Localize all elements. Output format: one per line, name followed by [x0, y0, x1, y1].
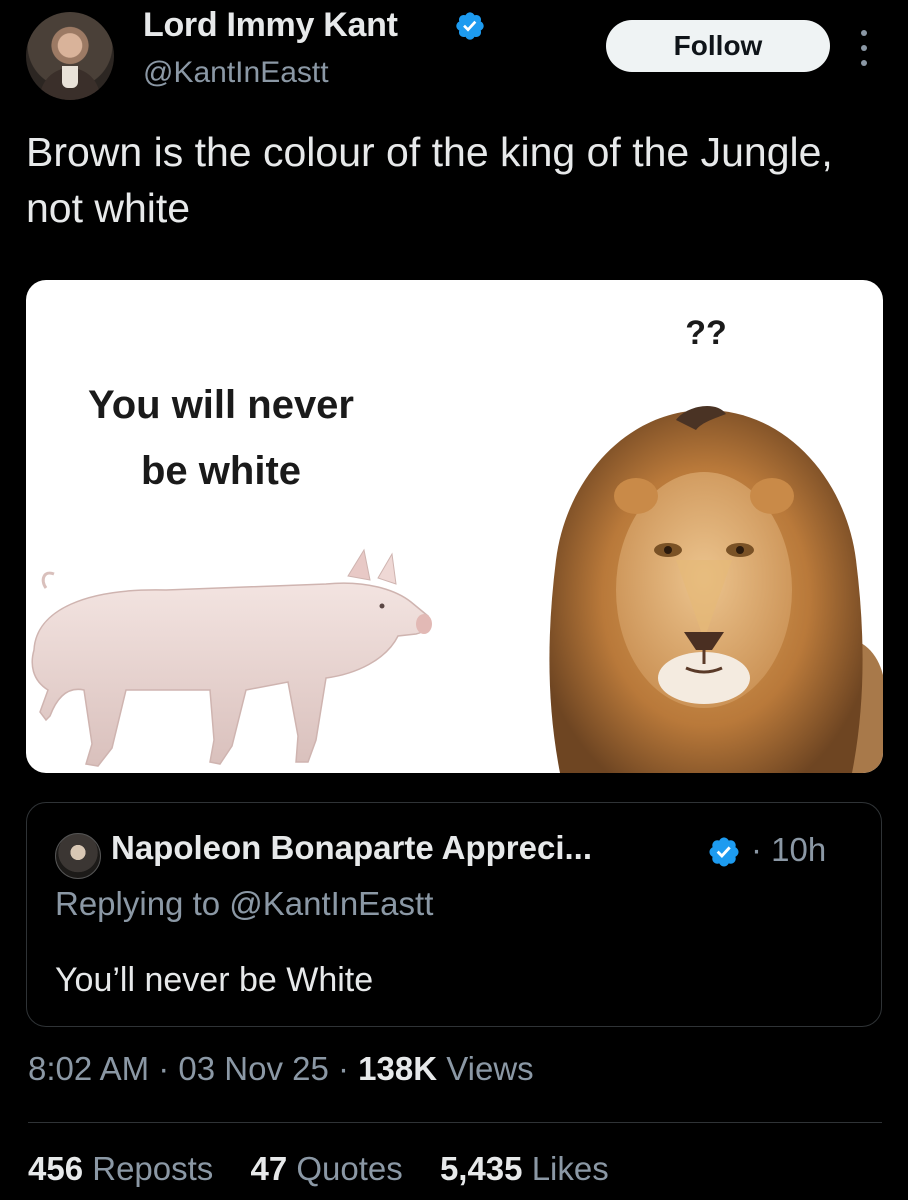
avatar-collar — [62, 66, 78, 88]
tweet-time[interactable]: 8:02 AM — [28, 1050, 149, 1087]
more-dot — [861, 45, 867, 51]
divider — [28, 1122, 882, 1123]
likes-label: Likes — [522, 1150, 609, 1187]
reposts-count: 456 — [28, 1150, 84, 1187]
meta-separator: · — [149, 1050, 179, 1087]
meta-separator: · — [328, 1050, 359, 1087]
author-name[interactable]: Lord Immy Kant — [143, 6, 398, 45]
verified-badge-icon — [709, 837, 739, 867]
more-options-icon[interactable] — [852, 30, 876, 66]
reposts-stat[interactable]: 456 Reposts — [28, 1150, 213, 1187]
more-dot — [861, 60, 867, 66]
likes-count: 5,435 — [439, 1150, 523, 1187]
media-caption-left-line2: be white — [140, 449, 302, 493]
quoted-reply-card[interactable]: Napoleon Bonaparte Appreci... · 10h Repl… — [26, 802, 882, 1027]
engagement-stats: 456 Reposts 47 Quotes 5,435 Likes — [28, 1150, 637, 1188]
quote-author-name[interactable]: Napoleon Bonaparte Appreci... — [111, 829, 592, 867]
views-label: Views — [437, 1050, 534, 1087]
lion-image — [549, 406, 883, 773]
quotes-count: 47 — [250, 1150, 288, 1187]
tweet-date[interactable]: 03 Nov 25 — [178, 1050, 328, 1087]
quote-text: You’ll never be White — [55, 961, 374, 999]
media-caption-right: ?? — [685, 314, 727, 352]
author-handle[interactable]: @KantInEastt — [143, 56, 329, 90]
views-count: 138K — [358, 1050, 438, 1087]
more-dot — [861, 30, 867, 36]
tweet-text: Brown is the colour of the king of the J… — [26, 129, 833, 231]
tweet-meta: 8:02 AM · 03 Nov 25 · 138K Views — [28, 1050, 534, 1088]
quotes-label: Quotes — [287, 1150, 403, 1187]
author-avatar[interactable] — [26, 12, 114, 100]
quotes-stat[interactable]: 47 Quotes — [250, 1150, 402, 1187]
quote-avatar[interactable] — [55, 833, 101, 879]
media-caption-left-line1: You will never — [88, 383, 354, 427]
verified-badge-icon — [456, 12, 484, 40]
quote-timestamp[interactable]: · 10h — [751, 831, 826, 869]
reposts-label: Reposts — [83, 1150, 214, 1187]
follow-button[interactable]: Follow — [606, 20, 830, 72]
tweet-media[interactable]: You will never be white ?? — [26, 280, 883, 773]
likes-stat[interactable]: 5,435 Likes — [440, 1150, 609, 1187]
quote-replying-to[interactable]: Replying to @KantInEastt — [55, 885, 433, 923]
pig-image — [31, 548, 432, 767]
media-caption-left: You will never be white — [26, 372, 416, 504]
